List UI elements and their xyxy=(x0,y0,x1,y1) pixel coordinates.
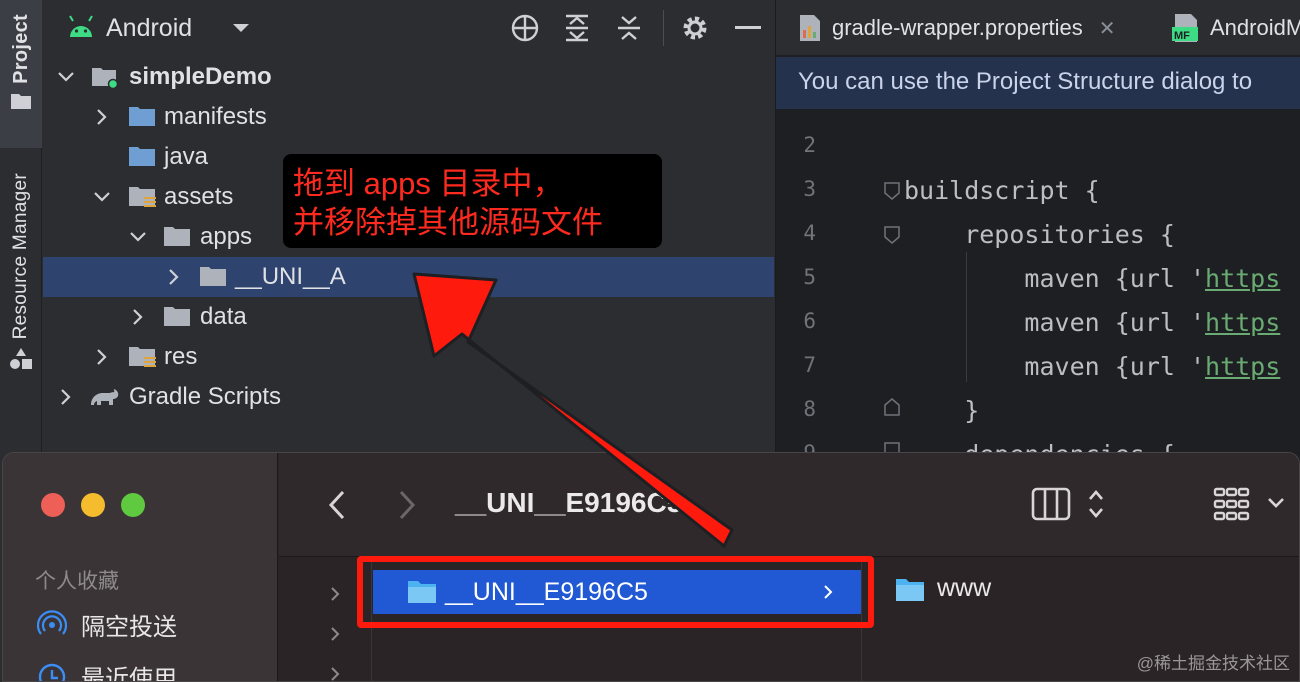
annotation-highlight-box xyxy=(357,556,874,628)
annotation-callout: 拖到 apps 目录中， 并移除掉其他源码文件 xyxy=(283,154,662,248)
watermark: @稀土掘金技术社区 xyxy=(1136,654,1290,673)
callout-line: 并移除掉其他源码文件 xyxy=(293,205,603,240)
callout-line: 拖到 apps 目录中， xyxy=(293,166,564,201)
